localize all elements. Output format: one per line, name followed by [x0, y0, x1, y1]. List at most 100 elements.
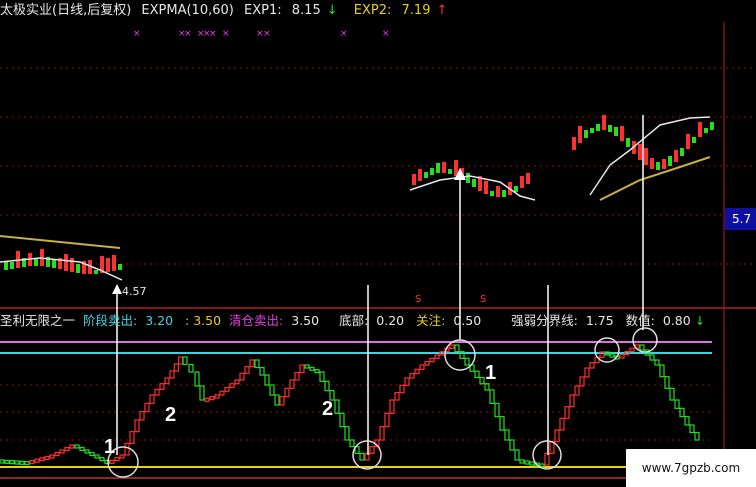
strength-line: 强弱分界线: 1.75 — [511, 313, 614, 328]
step-segment — [274, 394, 280, 406]
step-segment — [399, 384, 405, 394]
candle — [466, 173, 470, 183]
chart-canvas: 5.7 4.57 S S × ×× ××× × × × × × — [0, 22, 756, 487]
step-segment — [454, 344, 460, 353]
chart-header: 太极实业(日线,后复权) EXPMA(10,60) EXP1: 8.15 ↓ EX… — [0, 0, 459, 22]
step-segment — [389, 399, 395, 414]
svg-text:×: × — [133, 29, 141, 39]
step-segment — [664, 376, 670, 389]
step-segment — [79, 446, 85, 452]
candle — [656, 162, 660, 170]
step-segment — [524, 460, 530, 465]
candle — [514, 186, 518, 192]
sub-panel-name: 圣利无限之一 — [0, 313, 76, 328]
step-segment — [214, 394, 220, 399]
candle — [710, 122, 714, 130]
step-segment — [154, 388, 160, 396]
svg-text:×: × — [382, 29, 390, 39]
signal-marker: S — [480, 294, 486, 305]
step-segment — [19, 460, 25, 465]
candle — [4, 261, 8, 270]
step-segment — [234, 379, 240, 385]
step-segment — [629, 347, 635, 353]
candle — [674, 150, 678, 162]
step-segment — [414, 368, 420, 375]
candle — [526, 173, 530, 184]
step-segment — [669, 387, 675, 401]
step-segment — [94, 454, 100, 459]
step-segment — [254, 359, 260, 369]
step-segment — [694, 431, 700, 441]
step-segment — [129, 431, 135, 444]
step-segment — [419, 364, 425, 370]
step-segment — [188, 363, 194, 373]
step-segment — [259, 366, 265, 376]
candle — [680, 148, 684, 156]
candle — [608, 125, 612, 132]
step-segment — [149, 394, 155, 404]
step-segment — [54, 451, 60, 457]
candle — [448, 169, 452, 174]
step-segment — [519, 459, 525, 464]
candle — [412, 174, 416, 185]
signal-marker: S — [415, 294, 421, 305]
candle — [572, 137, 576, 150]
step-segment — [674, 399, 680, 409]
step-segment — [619, 354, 625, 359]
step-segment — [324, 380, 330, 392]
step-segment — [589, 362, 595, 369]
step-segment — [334, 399, 340, 414]
candle — [644, 148, 648, 165]
step-segment — [109, 459, 115, 464]
step-segment — [39, 457, 45, 462]
exp1-label: EXP1: 8.15 ↓ — [244, 3, 338, 18]
step-segment — [0, 459, 5, 464]
step-segment — [199, 385, 205, 401]
step-segment — [64, 446, 70, 452]
watermark: www.7gpzb.com — [626, 449, 756, 487]
step-segment — [349, 439, 355, 448]
candle — [620, 126, 624, 141]
step-segment — [59, 449, 65, 454]
candle — [442, 162, 446, 173]
price-tag-label: 5.7 — [732, 212, 751, 226]
candle — [430, 168, 434, 175]
step-segment — [584, 367, 590, 378]
exp2-line-right — [599, 156, 711, 201]
step-segment — [424, 361, 430, 366]
candle — [70, 258, 74, 272]
down-arrow-icon: ↓ — [326, 3, 338, 18]
step-segment — [509, 439, 515, 451]
step-segment — [89, 451, 95, 457]
candle — [424, 172, 428, 178]
candle — [662, 159, 666, 169]
candle — [490, 191, 494, 196]
candle — [596, 124, 600, 131]
step-segment — [409, 373, 415, 379]
candle — [112, 255, 116, 271]
candle — [472, 179, 476, 187]
step-segment — [649, 354, 655, 361]
step-segment — [514, 449, 520, 461]
candle — [76, 264, 80, 273]
step-segment — [169, 370, 175, 379]
step-segment — [9, 460, 15, 465]
step-segment — [679, 407, 685, 418]
candle — [10, 262, 14, 269]
step-segment — [239, 372, 245, 381]
step-segment — [474, 370, 480, 379]
svg-text:×: × — [222, 29, 230, 39]
step-segment — [499, 416, 505, 431]
candle — [106, 258, 110, 272]
step-segment — [529, 461, 535, 466]
value-readout: 数值: 0.80 ↓ — [625, 313, 706, 328]
step-segment — [434, 354, 440, 359]
candle — [602, 115, 606, 130]
step-segment — [299, 364, 305, 374]
candle — [520, 176, 524, 188]
candle — [496, 186, 500, 197]
up-arrow-icon: ↑ — [436, 3, 448, 18]
magenta-markers: × ×× ××× × × × × × — [133, 29, 390, 39]
candle — [692, 137, 696, 143]
step-segment — [609, 353, 615, 358]
